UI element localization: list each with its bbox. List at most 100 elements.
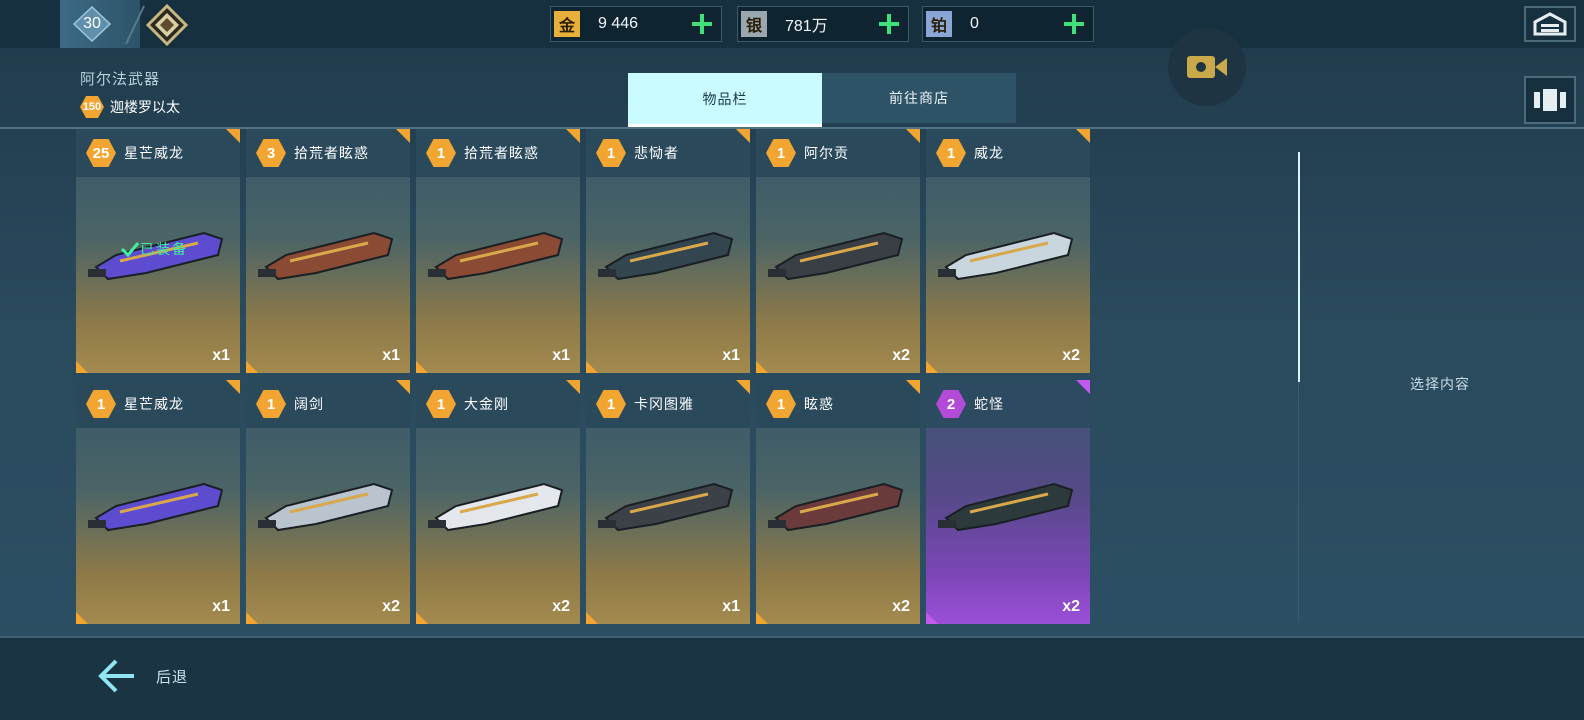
weapon-name: 蛇怪 [974,396,1004,412]
rank-badge-icon[interactable] [145,4,189,46]
weapon-level-badge: 1 [256,390,286,418]
side-panel-toggle-button[interactable] [1524,76,1576,124]
weapon-card[interactable]: 1 阿尔贡 x2 [756,129,920,373]
weapon-level-badge: 1 [766,390,796,418]
weapon-image [428,231,564,281]
weapon-image [768,482,904,532]
bottom-bar [0,636,1584,720]
weapon-card-header: 1 威龙 [926,129,1090,177]
hangar-icon [1533,12,1567,36]
weapon-quantity: x2 [1062,598,1080,615]
weapon-name: 大金刚 [464,396,509,412]
weapon-name: 威龙 [974,145,1004,161]
weapon-quantity: x1 [382,347,400,364]
weapon-quantity: x1 [212,598,230,615]
rarity-corner-marker [906,380,920,394]
record-video-button[interactable] [1168,28,1246,106]
weapon-image [258,482,394,532]
cards-view-icon [1534,89,1566,111]
add-platinum-button[interactable] [1061,11,1087,37]
weapon-card-header: 1 阔剑 [246,380,410,428]
rarity-corner-marker [416,612,428,624]
weapon-card-header: 1 悲恸者 [586,129,750,177]
rarity-corner-marker [736,380,750,394]
platinum-icon: 铂 [926,11,952,37]
equipped-indicator: 已装备 [120,239,188,259]
weapon-card[interactable]: 3 拾荒者眩惑 x1 [246,129,410,373]
weapon-card[interactable]: 1 阔剑 x2 [246,380,410,624]
add-silver-button[interactable] [876,11,902,37]
tab-go-to-shop[interactable]: 前往商店 [822,73,1016,123]
weapon-quantity: x2 [382,598,400,615]
weapon-card[interactable]: 1 卡冈图雅 x1 [586,380,750,624]
gold-icon: 金 [554,11,580,37]
rarity-corner-marker [396,380,410,394]
rarity-corner-marker [76,361,88,373]
weapon-name: 拾荒者眩惑 [294,145,369,161]
weapon-level-badge: 1 [596,139,626,167]
scrollbar-thumb[interactable] [1298,152,1300,382]
weapon-card-header: 1 星芒威龙 [76,380,240,428]
weapon-card-header: 25 星芒威龙 [76,129,240,177]
tab-inventory[interactable]: 物品栏 [628,73,822,127]
weapon-level-badge: 1 [936,139,966,167]
weapon-level-badge: 3 [256,139,286,167]
weapon-quantity: x2 [892,598,910,615]
weapon-card-header: 1 眩惑 [756,380,920,428]
rarity-corner-marker [736,129,750,143]
silver-value: 781万 [785,18,828,35]
weapon-card[interactable]: 1 星芒威龙 x1 [76,380,240,624]
currency-platinum: 铂 0 [922,6,1094,42]
rarity-corner-marker [226,129,240,143]
weapon-image [428,482,564,532]
rarity-corner-marker [76,612,88,624]
checkmark-icon [120,242,140,257]
rarity-corner-marker [246,612,258,624]
player-level: 30 [83,15,101,32]
rarity-corner-marker [756,612,768,624]
weapon-card[interactable]: 1 威龙 x2 [926,129,1090,373]
weapon-card[interactable]: 2 蛇怪 x2 [926,380,1090,624]
weapon-card[interactable]: 1 眩惑 x2 [756,380,920,624]
rarity-corner-marker [586,361,598,373]
video-camera-icon [1187,56,1227,78]
rarity-corner-marker [566,380,580,394]
weapon-card[interactable]: 1 悲恸者 x1 [586,129,750,373]
weapon-name: 卡冈图雅 [634,396,694,412]
weapon-quantity: x2 [892,347,910,364]
rarity-corner-marker [566,129,580,143]
rarity-corner-marker [586,612,598,624]
weapon-level-badge: 1 [596,390,626,418]
rarity-corner-marker [926,612,938,624]
coin-text: 迦楼罗以太 [110,99,180,115]
weapon-quantity: x1 [212,347,230,364]
rarity-corner-marker [246,361,258,373]
add-gold-button[interactable] [689,11,715,37]
weapon-level-badge: 25 [86,139,116,167]
weapon-card-header: 1 阿尔贡 [756,129,920,177]
weapon-name: 星芒威龙 [124,145,184,161]
tab-bar: 物品栏 前往商店 [628,73,1016,127]
weapon-quantity: x1 [552,347,570,364]
gold-value: 9 446 [598,15,639,32]
weapon-card[interactable]: 1 大金刚 x2 [416,380,580,624]
weapon-card[interactable]: 25 星芒威龙已装备 x1 [76,129,240,373]
weapon-level-badge: 1 [426,390,456,418]
rarity-corner-marker [396,129,410,143]
rarity-corner-marker [1076,129,1090,143]
currency-silver: 银 781万 [737,6,909,42]
coin-badge: 150 [80,96,104,118]
weapon-quantity: x1 [722,347,740,364]
rarity-corner-marker [756,361,768,373]
equipped-label: 已装备 [140,241,188,257]
select-content-hint: 选择内容 [1410,376,1470,392]
silver-icon: 银 [741,11,767,37]
currency-gold: 金 9 446 [550,6,722,42]
weapon-card[interactable]: 1 拾荒者眩惑 x1 [416,129,580,373]
back-arrow-icon[interactable] [98,658,138,694]
weapon-card-header: 3 拾荒者眩惑 [246,129,410,177]
weapon-card-header: 2 蛇怪 [926,380,1090,428]
rarity-corner-marker [1076,380,1090,394]
back-button[interactable]: 后退 [156,666,188,687]
hangar-button[interactable] [1524,6,1576,42]
